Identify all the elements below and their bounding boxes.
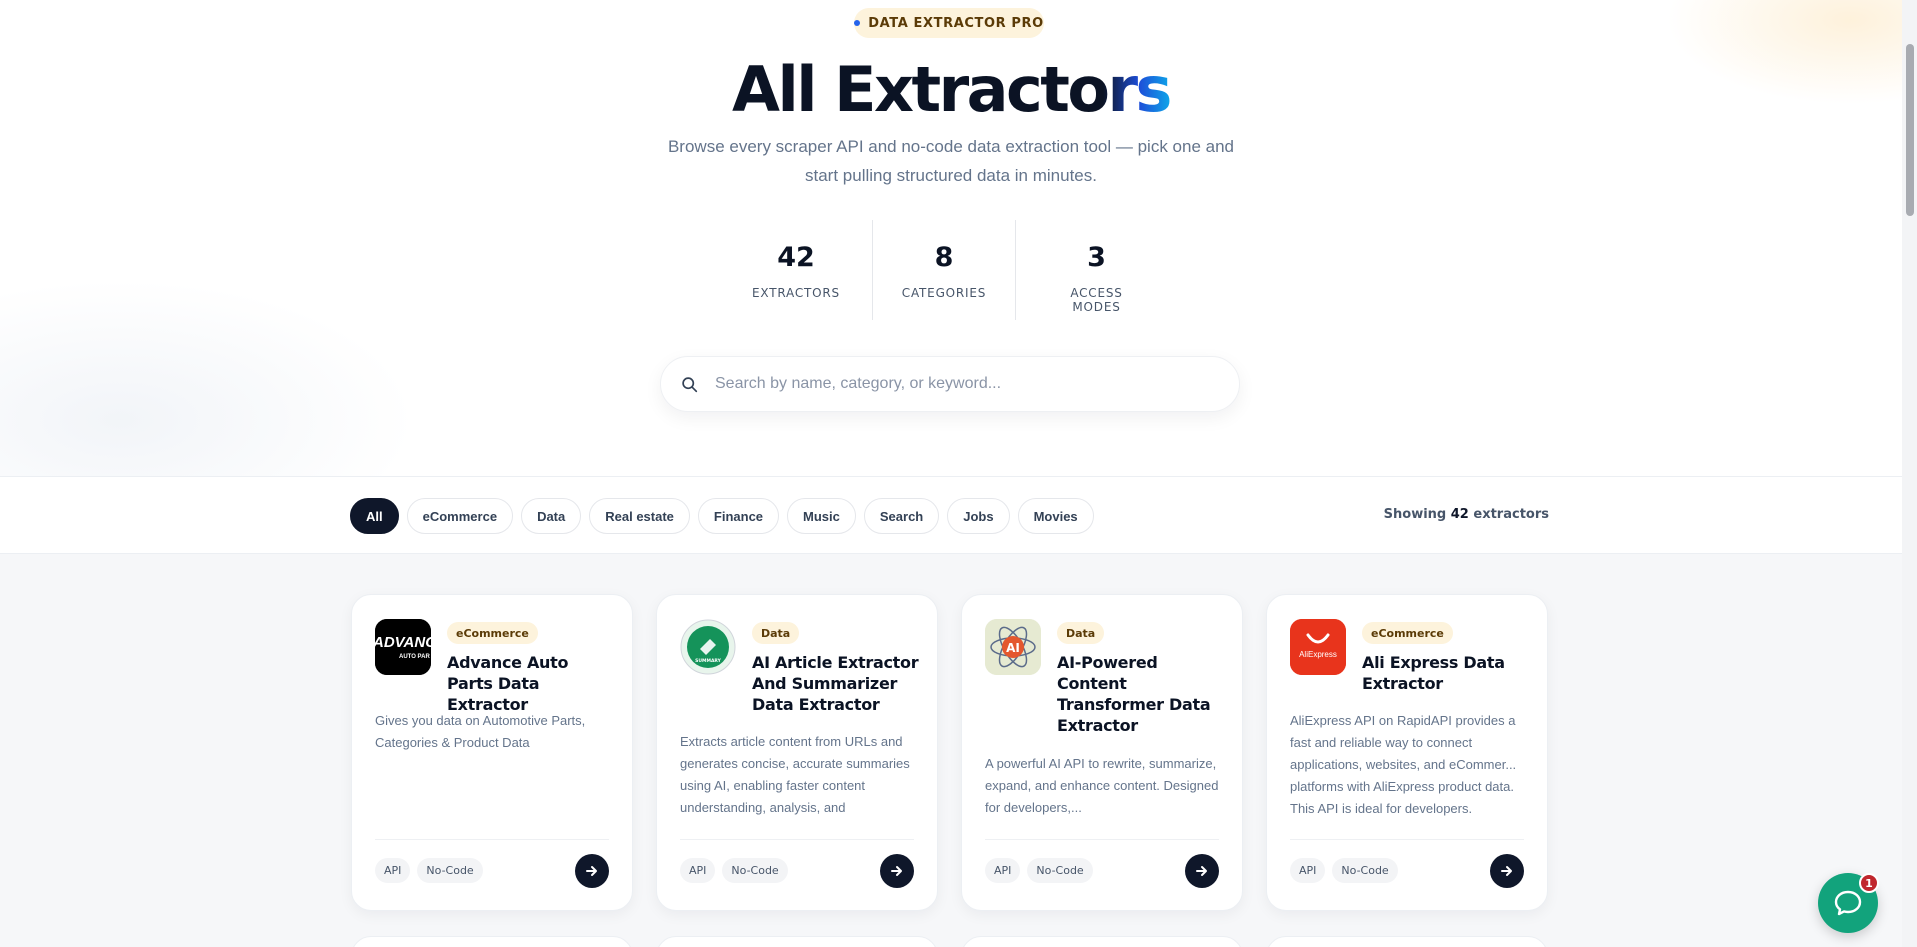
stat-categories: 8 CATEGORIES [872,220,1015,320]
stat-value: 8 [934,242,954,273]
extractor-card-next-row[interactable] [1266,936,1548,947]
stat-value: 42 [777,242,815,273]
tag-api: API [985,858,1021,883]
brand-badge-label: DATA EXTRACTOR PRO [868,15,1044,31]
filter-chip-music[interactable]: Music [787,498,856,534]
tag-no-code: No-Code [1027,858,1093,883]
category-badge: Data [1057,622,1105,644]
advance-auto-parts-logo: ADVANC AUTO PAR [375,619,431,675]
search-box[interactable] [660,356,1240,412]
logo-subtext: AUTO PAR [399,654,430,660]
extractor-name[interactable]: AI-Powered Content Transformer Data Extr… [1057,652,1227,736]
access-tags: API No-Code [680,858,788,883]
filter-chip-ecommerce[interactable]: eCommerce [406,498,514,534]
extractor-card[interactable]: AI Data AI-Powered Content Transformer D… [961,594,1243,911]
page-subtitle: Browse every scraper API and no-code dat… [667,137,1235,185]
stat-label: CATEGORIES [901,286,987,300]
open-extractor-button[interactable] [880,854,914,888]
extractor-name[interactable]: Ali Express Data Extractor [1362,652,1532,694]
filter-chip-search[interactable]: Search [863,498,940,534]
tag-api: API [375,858,411,883]
card-divider [1290,839,1524,840]
extractor-card[interactable]: ADVANC AUTO PAR eCommerce Advance Auto P… [351,594,633,911]
stat-label: ACCESS MODES [1070,286,1123,314]
open-extractor-button[interactable] [1490,854,1524,888]
hero-section: DATA EXTRACTOR PRO All Extractors Browse… [0,0,1902,476]
card-divider [985,839,1219,840]
open-extractor-button[interactable] [1185,854,1219,888]
filter-chip-finance[interactable]: Finance [697,498,780,534]
extractor-name[interactable]: AI Article Extractor And Summarizer Data… [752,652,922,715]
filter-chip-jobs[interactable]: Jobs [947,498,1010,534]
arrow-right-icon [1196,866,1207,876]
stat-extractors: 42 EXTRACTORS [720,220,872,320]
tag-no-code: No-Code [722,858,788,883]
filter-chip-movies[interactable]: Movies [1017,498,1094,534]
logo-text: ADVANC [375,634,431,651]
arrow-right-icon [586,866,597,876]
extractor-grid: ADVANC AUTO PAR eCommerce Advance Auto P… [0,554,1902,947]
card-divider [375,839,609,840]
tag-no-code: No-Code [1332,858,1398,883]
filter-bar: All eCommerce Data Real estate Finance M… [0,476,1902,554]
page-title-part2: ors [1067,53,1172,126]
aliexpress-logo: AliExpress [1290,619,1346,675]
extractor-card-next-row[interactable] [656,936,938,947]
page-title-part1: All Extract [732,53,1070,126]
tag-no-code: No-Code [417,858,483,883]
results-count-number: 42 [1450,507,1469,522]
stats-row: 42 EXTRACTORS 8 CATEGORIES 3 ACCESS MODE… [720,220,1177,320]
ai-content-transformer-logo: AI [985,619,1041,675]
page: DATA EXTRACTOR PRO All Extractors Browse… [0,0,1902,947]
category-badge: eCommerce [1362,622,1453,644]
tag-api: API [680,858,716,883]
extractor-description: Extracts article content from URLs and g… [680,734,910,815]
results-count-suffix: extractors [1473,507,1549,522]
results-count-prefix: Showing [1383,507,1447,522]
access-tags: API No-Code [1290,858,1398,883]
filter-chip-real-estate[interactable]: Real estate [589,498,690,534]
logo-text: SUMMARY [695,658,722,664]
category-filter-chips: All eCommerce Data Real estate Finance M… [350,498,1094,534]
category-badge: Data [752,622,800,644]
extractor-description: Gives you data on Automotive Parts, Cate… [375,713,586,750]
extractor-card-next-row[interactable] [961,936,1243,947]
tag-api: API [1290,858,1326,883]
stat-label: EXTRACTORS [752,286,840,300]
chat-notification-badge: 1 [1859,873,1879,893]
category-badge: eCommerce [447,622,538,644]
filter-chip-all[interactable]: All [350,498,399,534]
extractor-card-next-row[interactable] [351,936,633,947]
results-count: Showing 42 extractors [1384,507,1549,522]
stat-value: 3 [1087,242,1106,273]
access-tags: API No-Code [375,858,483,883]
search-input[interactable] [715,375,1215,393]
ai-article-summarizer-logo: SUMMARY [680,619,736,675]
page-title: All Extractors [0,52,1902,128]
extractor-card[interactable]: AliExpress eCommerce Ali Express Data Ex… [1266,594,1548,911]
logo-text: AI [1006,641,1020,655]
extractor-description: AliExpress API on RapidAPI provides a fa… [1290,713,1517,816]
badge-dot-icon [854,20,861,26]
search-icon [682,376,698,392]
logo-text: AliExpress [1299,650,1337,659]
access-tags: API No-Code [985,858,1093,883]
arrow-right-icon [1501,866,1512,876]
extractor-name[interactable]: Advance Auto Parts Data Extractor [447,652,617,715]
page-scrollbar-thumb[interactable] [1906,44,1914,216]
extractor-description: A powerful AI API to rewrite, summarize,… [985,756,1219,815]
chat-bubble-icon [1834,890,1862,916]
card-divider [680,839,914,840]
stat-access-modes: 3 ACCESS MODES [1015,220,1177,320]
open-extractor-button[interactable] [575,854,609,888]
arrow-right-icon [891,866,902,876]
brand-badge: DATA EXTRACTOR PRO [854,8,1044,38]
extractor-card[interactable]: SUMMARY Data AI Article Extractor And Su… [656,594,938,911]
filter-chip-data[interactable]: Data [521,498,582,534]
